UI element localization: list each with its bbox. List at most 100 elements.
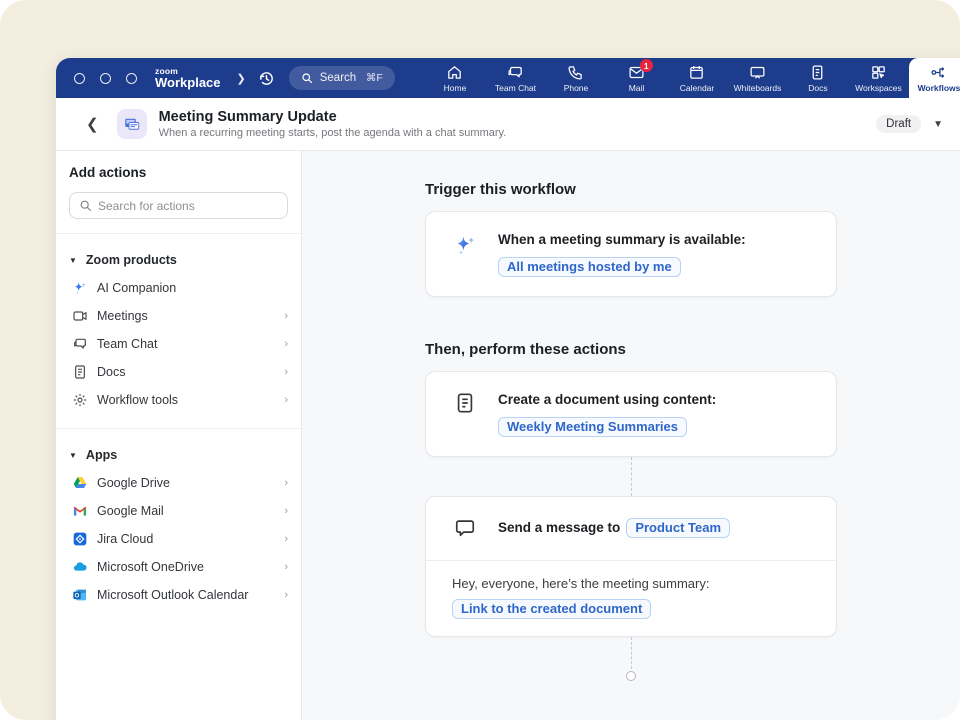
message-body[interactable]: Hey, everyone, here’s the meeting summar… — [426, 560, 836, 636]
trigger-content: When a meeting summary is available: All… — [498, 231, 746, 277]
chat-bubble-icon — [452, 516, 478, 539]
search-icon — [79, 199, 92, 212]
document-content-chip[interactable]: Weekly Meeting Summaries — [498, 417, 687, 437]
nav-item-team-chat[interactable]: Team Chat — [485, 58, 546, 98]
window-control-1[interactable] — [74, 73, 85, 84]
ai-companion-icon — [71, 280, 88, 297]
sidebar-item-team-chat[interactable]: Team Chat › — [56, 330, 301, 358]
docs-icon — [809, 64, 826, 81]
gmail-icon — [71, 503, 88, 520]
team-chat-icon — [507, 64, 524, 81]
jira-icon — [71, 531, 88, 548]
status-badge: Draft — [876, 115, 921, 133]
history-icon[interactable] — [258, 70, 275, 87]
sidebar-item-google-drive[interactable]: Google Drive › — [56, 469, 301, 497]
svg-text:O: O — [74, 593, 79, 599]
chevron-right-icon: › — [284, 310, 288, 322]
window-control-2[interactable] — [100, 73, 111, 84]
window-controls[interactable] — [74, 73, 137, 84]
create-document-card[interactable]: Create a document using content: Weekly … — [425, 371, 837, 457]
page-subtitle: When a recurring meeting starts, post th… — [159, 127, 877, 139]
chevron-right-icon: › — [284, 477, 288, 489]
search-placeholder: Search — [320, 72, 359, 84]
sidebar-item-microsoft-outlook-calendar[interactable]: O Microsoft Outlook Calendar › — [56, 581, 301, 609]
collapse-triangle-icon: ▼ — [69, 451, 77, 460]
chevron-right-icon: › — [284, 394, 288, 406]
calendar-icon — [688, 64, 705, 81]
trigger-heading: Trigger this workflow — [425, 181, 837, 198]
zoom-workplace-window: zoom Workplace ❯ Search ⌘F Home — [56, 58, 960, 720]
chevron-right-icon: › — [284, 561, 288, 573]
nav-item-whiteboards[interactable]: Whiteboards — [727, 58, 788, 98]
nav-item-home[interactable]: Home — [425, 58, 486, 98]
nav-forward-chevron-icon[interactable]: ❯ — [235, 72, 248, 85]
workspaces-icon — [870, 64, 887, 81]
meetings-icon — [71, 308, 88, 325]
workflow-connector-end — [631, 637, 632, 669]
team-chat-icon — [71, 336, 88, 353]
brand-zoom: zoom — [155, 67, 221, 76]
sidebar-item-workflow-tools[interactable]: Workflow tools › — [56, 386, 301, 414]
section-apps[interactable]: ▼ Apps — [56, 441, 301, 469]
nav-item-workspaces[interactable]: Workspaces — [848, 58, 909, 98]
chevron-right-icon: › — [284, 366, 288, 378]
nav-item-phone[interactable]: Phone — [546, 58, 607, 98]
section-zoom-products[interactable]: ▼ Zoom products — [56, 246, 301, 274]
message-text: Hey, everyone, here’s the meeting summar… — [452, 576, 810, 591]
outlook-calendar-icon: O — [71, 587, 88, 604]
status-chevron-down-icon[interactable]: ▼ — [931, 117, 945, 132]
back-button[interactable]: ❮ — [78, 111, 107, 137]
sidebar-item-google-mail[interactable]: Google Mail › — [56, 497, 301, 525]
workflow-canvas: Trigger this workflow When a meeting sum… — [302, 151, 960, 720]
page-title: Meeting Summary Update — [159, 109, 877, 125]
home-icon — [446, 64, 463, 81]
header-right: Draft ▼ — [876, 112, 960, 136]
desktop-background: zoom Workplace ❯ Search ⌘F Home — [0, 0, 960, 720]
send-message-title: Send a message to — [498, 519, 620, 537]
nav-item-mail[interactable]: 1 Mail — [606, 58, 667, 98]
actions-search-placeholder: Search for actions — [98, 199, 195, 213]
chevron-right-icon: › — [284, 589, 288, 601]
top-navbar: zoom Workplace ❯ Search ⌘F Home — [56, 58, 960, 98]
search-shortcut: ⌘F — [366, 72, 383, 84]
chevron-right-icon: › — [284, 505, 288, 517]
add-step-endpoint[interactable] — [626, 671, 636, 681]
chevron-right-icon: › — [284, 338, 288, 350]
create-document-title: Create a document using content: — [498, 391, 716, 409]
onedrive-icon — [71, 559, 88, 576]
workflow-header: ❮ Meeting Summary Update When a recurrin… — [56, 98, 960, 151]
actions-heading: Then, perform these actions — [425, 341, 837, 358]
document-icon — [452, 391, 478, 437]
workflow-app-icon — [117, 109, 147, 139]
gear-icon — [71, 392, 88, 409]
ai-sparkle-icon — [452, 231, 478, 277]
sidebar-item-microsoft-onedrive[interactable]: Microsoft OneDrive › — [56, 553, 301, 581]
trigger-scope-chip[interactable]: All meetings hosted by me — [498, 257, 681, 277]
actions-search-input[interactable]: Search for actions — [69, 192, 288, 219]
navbar-items: Home Team Chat Phone 1 Mail Calend — [425, 58, 960, 98]
document-link-chip[interactable]: Link to the created document — [452, 599, 651, 619]
nav-item-calendar[interactable]: Calendar — [667, 58, 728, 98]
search-icon — [301, 72, 313, 84]
navbar-left: zoom Workplace ❯ Search ⌘F — [56, 58, 395, 98]
brand-workplace: Workplace — [155, 76, 221, 89]
header-titles: Meeting Summary Update When a recurring … — [159, 109, 877, 139]
collapse-triangle-icon: ▼ — [69, 256, 77, 265]
sidebar-item-jira-cloud[interactable]: Jira Cloud › — [56, 525, 301, 553]
send-message-content: Send a message to Product Team — [498, 516, 730, 539]
sidebar-item-meetings[interactable]: Meetings › — [56, 302, 301, 330]
workflow-connector — [631, 457, 632, 496]
search-input[interactable]: Search ⌘F — [289, 66, 395, 90]
sidebar-item-docs[interactable]: Docs › — [56, 358, 301, 386]
sidebar-item-ai-companion[interactable]: AI Companion — [56, 274, 301, 302]
recipient-chip[interactable]: Product Team — [626, 518, 730, 538]
trigger-card[interactable]: When a meeting summary is available: All… — [425, 211, 837, 297]
nav-item-docs[interactable]: Docs — [788, 58, 849, 98]
nav-item-workflows[interactable]: Workflows — [909, 58, 960, 98]
zoom-workplace-logo: zoom Workplace — [155, 67, 221, 90]
window-control-3[interactable] — [126, 73, 137, 84]
actions-sidebar: Add actions Search for actions ▼ Zoom pr… — [56, 151, 302, 720]
phone-icon — [567, 64, 584, 81]
send-message-card[interactable]: Send a message to Product Team Hey, ever… — [425, 496, 837, 637]
trigger-title: When a meeting summary is available: — [498, 231, 746, 249]
